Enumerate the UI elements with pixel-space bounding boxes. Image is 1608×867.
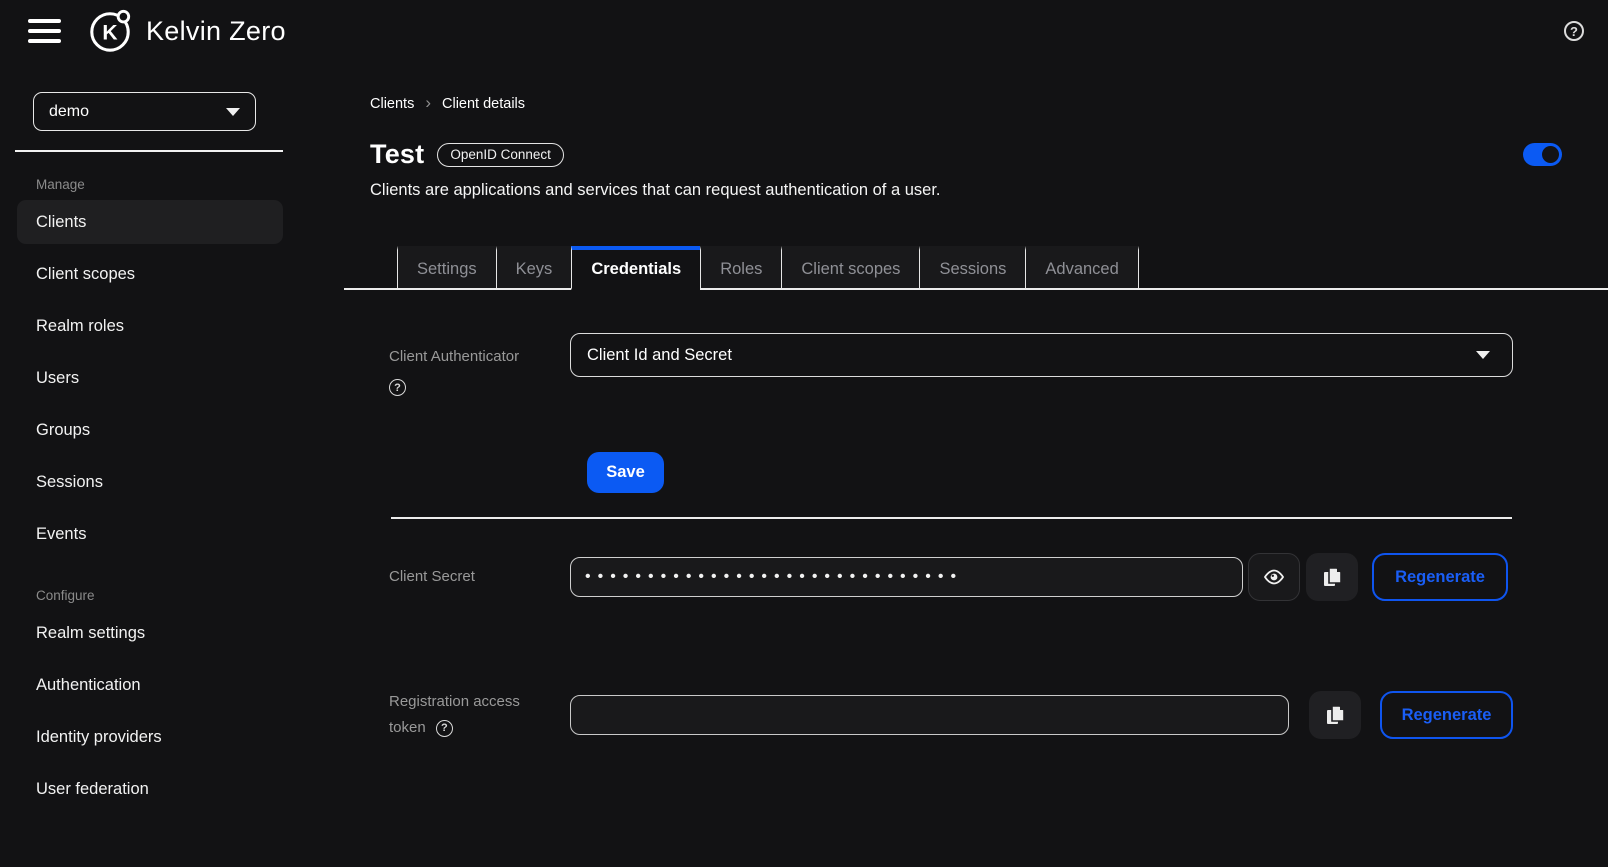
nav-section-manage: Manage: [36, 177, 85, 192]
tab-sessions[interactable]: Sessions: [919, 246, 1026, 290]
svg-text:K: K: [102, 22, 118, 45]
registration-token-input[interactable]: [570, 695, 1289, 735]
realm-selector-value: demo: [49, 102, 90, 120]
tab-filler: [344, 246, 397, 290]
breadcrumb-clients-link[interactable]: Clients: [370, 96, 414, 112]
tab-client-scopes[interactable]: Client scopes: [781, 246, 920, 290]
copy-secret-button[interactable]: [1306, 553, 1358, 601]
sidebar-divider: [15, 150, 283, 152]
eye-icon: [1263, 569, 1285, 585]
nav-section-configure: Configure: [36, 588, 95, 603]
breadcrumb-current: Client details: [442, 95, 526, 112]
section-divider: [391, 517, 1512, 519]
tab-filler: [1138, 246, 1608, 290]
tab-settings[interactable]: Settings: [397, 246, 496, 290]
sidebar-item-identity-providers[interactable]: Identity providers: [17, 715, 283, 759]
chevron-down-icon: [226, 107, 240, 116]
tab-keys[interactable]: Keys: [495, 246, 572, 290]
tab-roles[interactable]: Roles: [700, 246, 782, 290]
brand-title: Kelvin Zero: [146, 15, 286, 46]
sidebar-item-client-scopes[interactable]: Client scopes: [17, 252, 283, 296]
sidebar-item-realm-settings[interactable]: Realm settings: [17, 611, 283, 655]
copy-token-button[interactable]: [1309, 691, 1361, 739]
client-authenticator-label: Client Authenticator: [389, 348, 520, 365]
sidebar-item-sessions[interactable]: Sessions: [17, 460, 283, 504]
copy-icon: [1324, 567, 1342, 586]
tab-credentials[interactable]: Credentials: [571, 246, 701, 290]
regenerate-token-button[interactable]: Regenerate: [1380, 691, 1513, 739]
credentials-form: Client Authenticator ? Client Id and Sec…: [370, 333, 1608, 741]
regenerate-secret-button[interactable]: Regenerate: [1372, 553, 1508, 601]
protocol-badge: OpenID Connect: [437, 142, 564, 167]
page-description: Clients are applications and services th…: [370, 181, 941, 199]
sidebar-item-user-federation[interactable]: User federation: [17, 767, 283, 811]
sidebar-item-events[interactable]: Events: [17, 512, 283, 556]
help-icon[interactable]: ?: [1564, 21, 1584, 41]
breadcrumb-chevron-icon: ›: [425, 93, 431, 112]
breadcrumb: Clients › Client details: [370, 93, 1608, 112]
save-button[interactable]: Save: [587, 452, 664, 493]
client-authenticator-help-icon[interactable]: ?: [389, 379, 406, 396]
toggle-knob: [1542, 146, 1559, 163]
topbar: K Kelvin Zero ?: [0, 0, 1608, 62]
client-enabled-toggle[interactable]: [1523, 143, 1562, 166]
tab-bar: Settings Keys Credentials Roles Client s…: [344, 246, 1608, 290]
registration-token-help-icon[interactable]: ?: [435, 719, 453, 737]
registration-token-label-line2: token ?: [389, 715, 570, 741]
client-secret-input[interactable]: [570, 557, 1243, 597]
sidebar: demo Manage Clients Client scopes Realm …: [0, 62, 344, 867]
tab-advanced[interactable]: Advanced: [1025, 246, 1139, 290]
page-title: Test: [370, 139, 425, 169]
show-secret-button[interactable]: [1248, 553, 1300, 601]
sidebar-item-clients[interactable]: Clients: [17, 200, 283, 244]
main-content: Clients › Client details Test OpenID Con…: [344, 62, 1608, 867]
sidebar-item-groups[interactable]: Groups: [17, 408, 283, 452]
copy-icon: [1327, 705, 1345, 724]
registration-token-label-line1: Registration access: [389, 693, 520, 710]
sidebar-item-realm-roles[interactable]: Realm roles: [17, 304, 283, 348]
sidebar-item-users[interactable]: Users: [17, 356, 283, 400]
realm-selector[interactable]: demo: [33, 92, 256, 131]
kelvin-zero-logo-icon: K: [90, 9, 131, 52]
hamburger-menu-icon[interactable]: [28, 19, 61, 43]
client-authenticator-select[interactable]: Client Id and Secret: [570, 333, 1513, 377]
client-secret-label: Client Secret: [389, 568, 475, 585]
sidebar-item-authentication[interactable]: Authentication: [17, 663, 283, 707]
chevron-down-icon: [1476, 351, 1490, 359]
client-authenticator-value: Client Id and Secret: [587, 345, 732, 364]
